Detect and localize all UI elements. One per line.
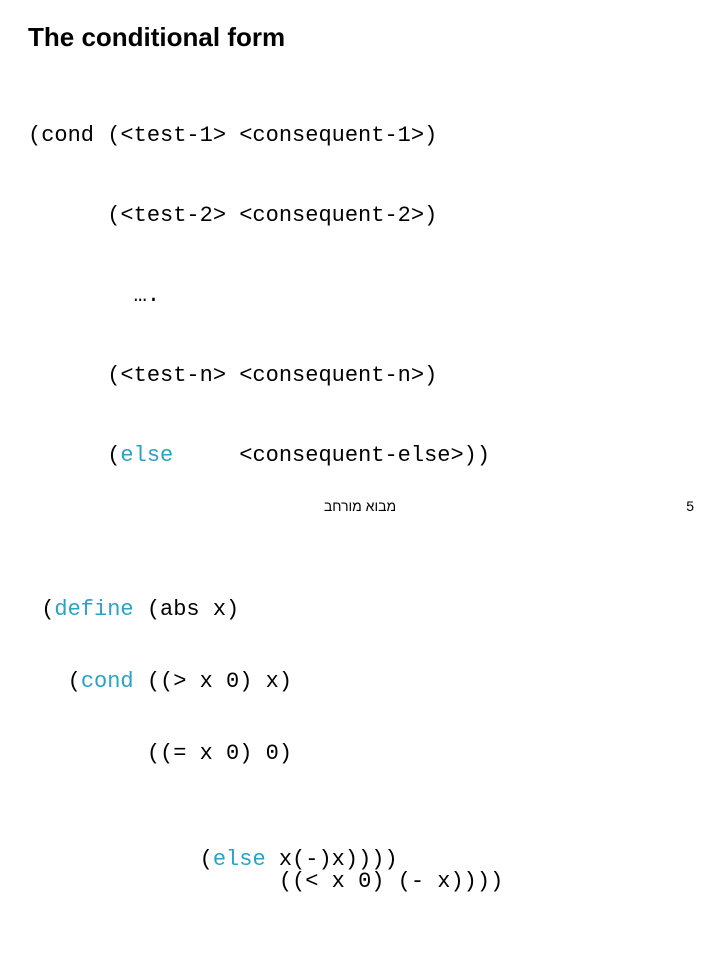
example-block: (define (abs x) (cond ((> x 0) x) ((= x … — [28, 555, 692, 965]
syntax-line-5: (else <consequent-else>)) — [28, 445, 692, 467]
syntax-block: (cond (<test-1> <consequent-1>) (<test-2… — [28, 81, 692, 525]
keyword-else: else — [120, 443, 173, 468]
overlap-layer-2: (else x(-)x)))) — [81, 849, 398, 871]
keyword-cond: cond — [81, 669, 134, 694]
syntax-line-2: (<test-2> <consequent-2>) — [28, 205, 692, 227]
keyword-else-2: else — [213, 847, 266, 872]
example-line-2: (cond ((> x 0) x) — [28, 671, 692, 693]
syntax-line-1: (cond (<test-1> <consequent-1>) — [28, 125, 692, 147]
syntax-line-4: (<test-n> <consequent-n>) — [28, 365, 692, 387]
example-line-1: (define (abs x) — [28, 599, 692, 621]
example-line-3: ((= x 0) 0) — [28, 743, 692, 765]
keyword-define: define — [54, 597, 133, 622]
slide-title: The conditional form — [28, 22, 692, 53]
page-number: 5 — [686, 498, 694, 514]
example-line-4-overlapped: ((< x 0) (- x)))) (else x(-)x)))) — [81, 849, 503, 937]
overlap-layer-1: ((< x 0) (- x)))) — [160, 869, 503, 894]
footer-text: מבוא מורחב — [0, 498, 720, 514]
syntax-line-3: …. — [28, 285, 692, 307]
